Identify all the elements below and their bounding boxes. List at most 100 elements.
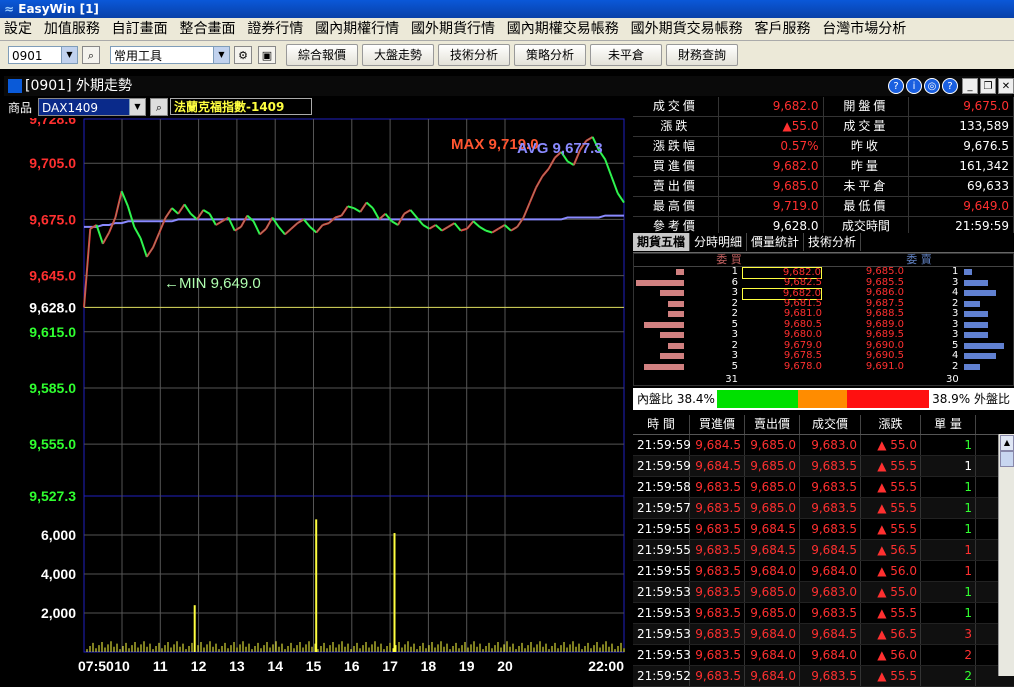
product-search-icon[interactable]: ⌕	[150, 98, 168, 116]
chevron-down-icon[interactable]: ▼	[61, 47, 77, 63]
tab-price-volume[interactable]: 價量統計	[747, 233, 805, 251]
gear-icon[interactable]: ⚙	[234, 46, 252, 64]
strategy-analysis-button[interactable]: 策略分析	[514, 44, 586, 66]
table-row[interactable]: 21:59:59 9,684.5 9,685.0 9,683.0 ▲ 55.0 1	[633, 435, 1014, 456]
tick-qty: 2	[921, 666, 976, 686]
tick-ask: 9,684.0	[745, 624, 800, 644]
menu-item-taiwan-analysis[interactable]: 台灣市場分析	[818, 18, 910, 40]
menu-item-customer-service[interactable]: 客戶服務	[750, 18, 814, 40]
tick-last: 9,683.5	[800, 603, 861, 623]
minimize-icon[interactable]: _	[962, 78, 978, 94]
table-row[interactable]: 21:59:57 9,683.5 9,685.0 9,683.5 ▲ 55.5 1	[633, 498, 1014, 519]
price-tick-label: 9,615.0	[29, 324, 76, 340]
tab-futures-five-levels[interactable]: 期貨五檔	[633, 233, 691, 251]
tab-time-detail[interactable]: 分時明細	[690, 233, 748, 251]
bid-price: 9,681.5	[783, 297, 822, 309]
scroll-up-icon[interactable]: ▲	[1000, 435, 1014, 451]
info-icon[interactable]: i	[906, 78, 922, 94]
tick-time: 21:59:55	[633, 561, 691, 581]
table-row[interactable]: 21:59:53 9,683.5 9,684.0 9,684.0 ▲ 56.0 2	[633, 645, 1014, 666]
restore-icon[interactable]: ❐	[980, 78, 996, 94]
chevron-down-icon[interactable]: ▼	[213, 47, 229, 63]
ask-qty-bar	[964, 342, 1004, 349]
ratio-bar: 內盤比 38.4% 38.9% 外盤比	[633, 388, 1014, 410]
bid-price-value: 9,682.0	[719, 157, 824, 176]
col-qty: 單 量	[921, 415, 976, 434]
tick-bid: 9,683.5	[690, 624, 745, 644]
tick-change: ▲ 55.5	[861, 603, 921, 623]
col-change: 漲跌	[861, 415, 921, 434]
menu-item-securities[interactable]: 證券行情	[243, 18, 307, 40]
open-interest-button[interactable]: 未平倉	[590, 44, 662, 66]
ask-qty-bar	[964, 290, 996, 296]
x-tick-label: 20	[497, 658, 513, 674]
bid-qty: 3	[731, 350, 738, 361]
ask-qty-bar	[964, 300, 980, 307]
close-icon[interactable]: ✕	[998, 78, 1014, 94]
orderbook-row: 3 9,678.5 9,690.5 4	[634, 351, 1013, 361]
menu-item-domestic-trading[interactable]: 國內期權交易帳務	[503, 18, 623, 40]
table-row[interactable]: 21:59:55 9,683.5 9,684.5 9,683.5 ▲ 55.5 1	[633, 519, 1014, 540]
tick-table-header: 時 間 買進價 賣出價 成交價 漲跌 單 量	[633, 415, 1014, 435]
table-row[interactable]: 21:59:52 9,683.5 9,684.0 9,683.5 ▲ 55.5 2	[633, 666, 1014, 687]
tick-time: 21:59:59	[633, 435, 691, 455]
tick-ask: 9,684.0	[745, 561, 800, 581]
search-icon[interactable]: ⌕	[82, 46, 100, 64]
bid-price: 9,678.0	[783, 360, 822, 372]
quote-summary-button[interactable]: 綜合報價	[286, 44, 358, 66]
menu-item-foreign-trading[interactable]: 國外期貨交易帳務	[627, 18, 747, 40]
tick-ask: 9,685.0	[745, 498, 800, 518]
price-tick-label: 9,675.0	[29, 211, 76, 227]
table-row[interactable]: 21:59:53 9,683.5 9,685.0 9,683.0 ▲ 55.0 1	[633, 582, 1014, 603]
table-row[interactable]: 21:59:53 9,683.5 9,684.0 9,684.5 ▲ 56.5 3	[633, 624, 1014, 645]
orderbook-row: 5 9,680.5 9,689.0 3	[634, 319, 1013, 330]
technical-analysis-button[interactable]: 技術分析	[438, 44, 510, 66]
table-row[interactable]: 21:59:59 9,684.5 9,685.0 9,683.5 ▲ 55.5 1	[633, 456, 1014, 477]
tick-scrollbar[interactable]: ▲	[998, 434, 1014, 676]
market-trend-button[interactable]: 大盤走勢	[362, 44, 434, 66]
bid-price: 9,678.5	[783, 350, 822, 361]
tools-select[interactable]: 常用工具 ▼	[110, 46, 230, 64]
question-icon[interactable]: ?	[942, 78, 958, 94]
code-select[interactable]: 0901 ▼	[8, 46, 78, 64]
menu-item-settings[interactable]: 設定	[0, 18, 36, 40]
table-row[interactable]: 21:59:58 9,683.5 9,685.0 9,683.5 ▲ 55.5 1	[633, 477, 1014, 498]
chevron-down-icon[interactable]: ▼	[129, 99, 145, 115]
ask-ratio-label: 38.9% 外盤比	[932, 392, 1010, 406]
price-chart[interactable]: 07:50 10 11 12 13 14 15 16 17 18 19 20 22:00 9,728.6 9…	[4, 118, 630, 676]
tick-qty: 1	[921, 435, 976, 455]
help-icon[interactable]: ?	[888, 78, 904, 94]
tick-change: ▲ 55.5	[861, 477, 921, 497]
menu-item-custom-screen[interactable]: 自訂畫面	[108, 18, 172, 40]
globe-icon[interactable]: ◎	[924, 78, 940, 94]
table-row[interactable]: 21:59:53 9,683.5 9,685.0 9,683.5 ▲ 55.5 1	[633, 603, 1014, 624]
window-app-icon	[8, 79, 22, 93]
product-code-value: DAX1409	[42, 101, 98, 115]
menu-item-domestic-futures[interactable]: 國內期權行情	[311, 18, 403, 40]
ask-qty-bar	[964, 321, 988, 328]
table-row[interactable]: 21:59:55 9,683.5 9,684.5 9,684.5 ▲ 56.5 1	[633, 540, 1014, 561]
quote-row: 成交價 9,682.0 開盤價 9,675.0	[633, 97, 1014, 117]
tick-change: ▲ 55.5	[861, 456, 921, 476]
menu-item-foreign-futures[interactable]: 國外期貨行情	[407, 18, 499, 40]
bid-qty-bar	[660, 290, 684, 296]
tick-ask: 9,685.0	[745, 456, 800, 476]
tab-technical[interactable]: 技術分析	[804, 233, 862, 251]
bid-qty-bar	[660, 332, 684, 338]
product-code-select[interactable]: DAX1409 ▼	[38, 98, 146, 116]
table-row[interactable]: 21:59:55 9,683.5 9,684.0 9,684.0 ▲ 56.0 1	[633, 561, 1014, 582]
tick-qty: 1	[921, 519, 976, 539]
financial-query-button[interactable]: 財務查詢	[666, 44, 738, 66]
low-price-value: 9,649.0	[909, 197, 1014, 216]
tick-time: 21:59:53	[633, 582, 691, 602]
window-icon[interactable]: ▣	[258, 46, 276, 64]
scroll-thumb[interactable]	[1000, 451, 1014, 467]
window-header: [0901] 外期走勢	[4, 76, 1012, 96]
menu-item-integrated-screen[interactable]: 整合畫面	[175, 18, 239, 40]
x-tick-label: 11	[153, 658, 168, 674]
menu-item-value-added[interactable]: 加值服務	[40, 18, 104, 40]
bid-total: 31	[725, 374, 738, 385]
price-tick-label: 9,555.0	[29, 436, 76, 452]
change-pct-value: 0.57%	[719, 137, 824, 156]
tick-last: 9,683.0	[800, 435, 861, 455]
